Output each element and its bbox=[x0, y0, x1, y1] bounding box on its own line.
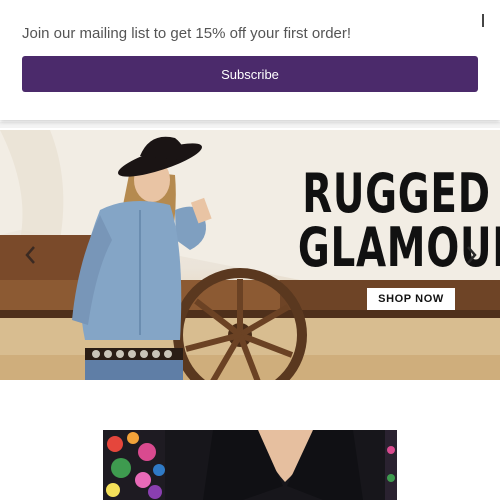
product-image[interactable] bbox=[103, 430, 397, 500]
hero-headline-line-2: GLAMOUR bbox=[297, 216, 500, 279]
mailing-list-popup: Join our mailing list to get 15% off you… bbox=[0, 0, 500, 120]
popup-message: Join our mailing list to get 15% off you… bbox=[22, 25, 352, 42]
popup-divider bbox=[0, 122, 500, 128]
hero-banner[interactable]: RUGGED GLAMOUR SHOP NOW bbox=[0, 130, 500, 380]
subscribe-button[interactable]: Subscribe bbox=[22, 56, 478, 92]
chevron-left-icon[interactable] bbox=[22, 242, 40, 268]
hero-headline-line-1: RUGGED bbox=[302, 162, 491, 225]
floral-kimono-image bbox=[103, 430, 397, 500]
close-icon[interactable]: I bbox=[476, 12, 490, 30]
chevron-right-icon[interactable] bbox=[462, 242, 480, 268]
shop-now-button[interactable]: SHOP NOW bbox=[367, 288, 455, 310]
